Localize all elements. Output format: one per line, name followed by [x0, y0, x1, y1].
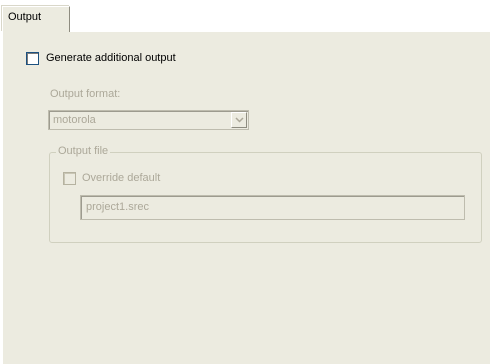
output-file-group-title: Output file [56, 145, 111, 157]
tab-output-label: Output [8, 11, 42, 23]
generate-output-label[interactable]: Generate additional output [46, 52, 176, 64]
tab-output[interactable]: Output [2, 6, 70, 32]
output-format-label: Output format: [50, 88, 121, 100]
chevron-down-icon [235, 117, 244, 123]
override-default-checkbox[interactable] [63, 172, 76, 185]
output-file-field[interactable]: project1.srec [80, 195, 465, 220]
override-default-label[interactable]: Override default [82, 172, 160, 184]
output-file-value: project1.srec [86, 201, 149, 213]
output-format-value: motorola [53, 114, 96, 126]
generate-output-checkbox[interactable] [26, 52, 39, 65]
output-format-dropdown-button[interactable] [231, 112, 247, 128]
output-format-select[interactable]: motorola [48, 110, 249, 130]
